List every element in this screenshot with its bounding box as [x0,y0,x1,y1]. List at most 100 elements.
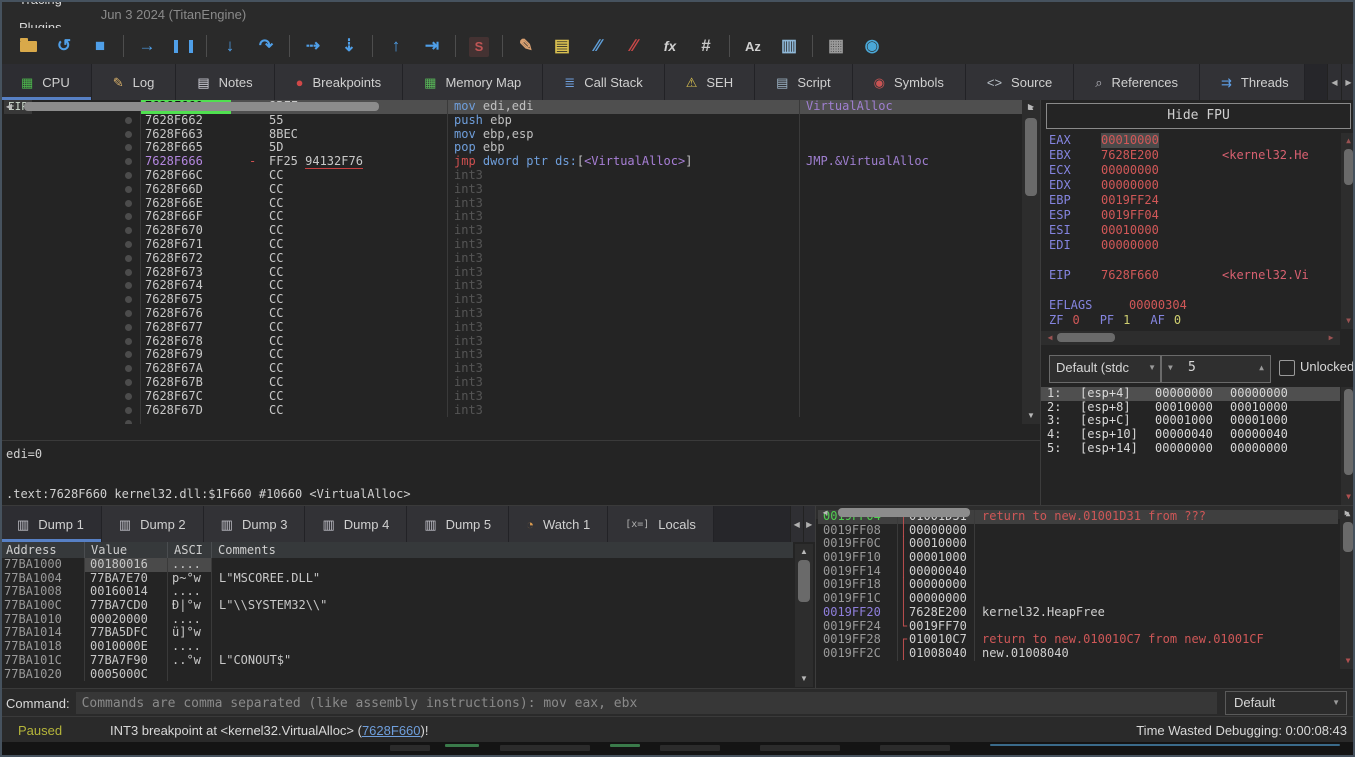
gutter-dot[interactable] [125,186,132,193]
stack-value[interactable]: 7628E200 [909,606,975,620]
disasm-row[interactable]: 7628F672CCint3 [0,252,1022,266]
scroll-right-icon[interactable]: ▶ [1340,506,1354,689]
hide-fpu-button[interactable]: Hide FPU [1046,103,1351,129]
register-row[interactable]: EAX00010000 [1041,133,1340,148]
gutter-dot[interactable] [125,296,132,303]
tab-dump-5[interactable]: ▥Dump 5 [407,506,509,542]
dump-value[interactable]: 00020000 [85,613,168,627]
animate-into-icon[interactable]: ⇢ [295,31,331,61]
disasm-row[interactable]: 7628F66CCCint3 [0,169,1022,183]
register-value[interactable]: 7628F660 [1101,268,1159,283]
dump-row[interactable]: 77BA101477BA5DFCü]°w [0,626,793,640]
scroll-left-icon[interactable]: ◀ [2,100,16,440]
hash-icon[interactable]: # [688,31,724,61]
register-value[interactable]: 00000000 [1101,238,1159,253]
register-row[interactable]: EBX7628E200<kernel32.He [1041,148,1340,163]
register-value[interactable]: 00010000 [1101,133,1159,148]
scroll-up-icon[interactable]: ▲ [795,546,813,558]
disasm-row[interactable]: 7628F6638BECmov ebp,esp [0,128,1022,142]
disasm-row[interactable]: 7628F679CCint3 [0,348,1022,362]
gutter-dot[interactable] [125,117,132,124]
stepper-up-icon[interactable]: ▲ [1259,356,1264,380]
dump-value[interactable]: 77BA7CD0 [85,599,168,613]
tab-cpu[interactable]: ▦CPU [0,64,92,100]
disasm-row[interactable]: 7628F671CCint3 [0,238,1022,252]
register-row[interactable]: ECX00000000 [1041,163,1340,178]
gutter-dot[interactable] [125,393,132,400]
gutter-dot[interactable] [125,324,132,331]
argument-row[interactable]: 4:[esp+10]0000004000000040 [1041,428,1340,442]
gutter-dot[interactable] [125,269,132,276]
dump-row[interactable]: 77BA100000180016.... [0,558,793,572]
register-row[interactable]: EFLAGS00000304 [1041,298,1340,313]
disasm-row[interactable]: 7628F66255push ebp [0,114,1022,128]
tab-symbols[interactable]: ◉Symbols [853,64,966,100]
stack-row[interactable]: 0019FF18│00000000 [818,578,1338,592]
stack-value[interactable]: 00000040 [909,565,975,579]
pause-icon[interactable] [165,31,201,61]
tab-scroll-left-icon[interactable]: ◀ [1327,64,1341,100]
disasm-row[interactable]: 7628F67BCCint3 [0,376,1022,390]
gutter-dot[interactable] [125,172,132,179]
run-icon[interactable]: → [129,31,165,61]
tab-scroll-right-icon[interactable]: ▶ [1341,64,1355,100]
stack-row[interactable]: 0019FF2C│01008040new.01008040 [818,647,1338,661]
argument-row[interactable]: 2:[esp+8]0001000000010000 [1041,401,1340,415]
gutter-dot[interactable] [125,200,132,207]
register-row[interactable]: EBP0019FF24 [1041,193,1340,208]
disasm-row[interactable]: 7628F676CCint3 [0,307,1022,321]
arguments-vscrollbar[interactable]: ▼ [1341,387,1355,505]
gutter-dot[interactable] [125,365,132,372]
tab-log[interactable]: ✎Log [92,64,177,100]
dump-row[interactable]: 77BA100C77BA7CD0Ð|°wL"\\SYSTEM32\\" [0,599,793,613]
stack-row[interactable]: 0019FF20│7628E200kernel32.HeapFree [818,606,1338,620]
step-over-icon[interactable]: ↷ [248,31,284,61]
stack-value[interactable]: 00010000 [909,537,975,551]
disasm-row[interactable]: 7628F67ACCint3 [0,362,1022,376]
step-into-icon[interactable]: ↓ [212,31,248,61]
arg-count-stepper[interactable]: ▼ 5 ▲ [1161,355,1271,383]
stack-row[interactable]: 0019FF14│00000040 [818,565,1338,579]
tab-dump-1[interactable]: ▥Dump 1 [0,506,102,542]
disasm-row[interactable]: 7628F678CCint3 [0,335,1022,349]
dump-row[interactable]: 77BA101000020000.... [0,613,793,627]
gutter-dot[interactable] [125,158,132,165]
gutter-dot[interactable] [125,420,132,424]
scroll-thumb[interactable] [838,508,970,517]
stack-value[interactable]: 0019FF70 [909,620,975,634]
dump-row[interactable]: 77BA101C77BA7F90..°wL"CONOUT$" [0,654,793,668]
gutter-dot[interactable] [125,144,132,151]
tab-dump-3[interactable]: ▥Dump 3 [204,506,306,542]
scroll-down-icon[interactable]: ▼ [1341,491,1355,503]
status-address-link[interactable]: 7628F660 [362,723,421,738]
disasm-row[interactable]: 7628F673CCint3 [0,266,1022,280]
register-row[interactable]: EIP7628F660<kernel32.Vi [1041,268,1340,283]
bookmark-icon[interactable]: ∕∕ [616,31,652,61]
tab-dump-2[interactable]: ▥Dump 2 [102,506,204,542]
animate-over-icon[interactable]: ⇣ [331,31,367,61]
dump-value[interactable]: 00180016 [85,558,168,572]
globe-icon[interactable]: ◉ [854,31,890,61]
stack-value[interactable]: 00000000 [909,592,975,606]
register-value[interactable]: 00010000 [1101,223,1159,238]
register-value[interactable]: 0019FF04 [1101,208,1159,223]
stack-value[interactable]: 00000000 [909,524,975,538]
register-row[interactable]: ZF0PF1AF0 [1041,313,1340,328]
register-row[interactable]: ESI00010000 [1041,223,1340,238]
stack-row[interactable]: 0019FF24└0019FF70 [818,620,1338,634]
disasm-row[interactable]: 7628F66FCCint3 [0,210,1022,224]
command-mode-select[interactable]: Default ▼ [1225,691,1347,715]
dump-value[interactable]: 0005000C [85,668,168,682]
gutter-dot[interactable] [125,379,132,386]
stepper-down-icon[interactable]: ▼ [1168,356,1173,380]
stack-value[interactable]: 00000000 [909,578,975,592]
disasm-row[interactable]: 7628F677CCint3 [0,321,1022,335]
step-out-icon[interactable]: ↑ [378,31,414,61]
skip-exception-icon[interactable]: S [461,31,497,61]
stack-value[interactable]: 01008040 [909,647,975,661]
stack-value[interactable]: 00001000 [909,551,975,565]
stack-row[interactable]: 0019FF1C│00000000 [818,592,1338,606]
scroll-thumb[interactable] [1057,333,1115,342]
scroll-thumb[interactable] [798,560,810,602]
gutter-dot[interactable] [125,338,132,345]
